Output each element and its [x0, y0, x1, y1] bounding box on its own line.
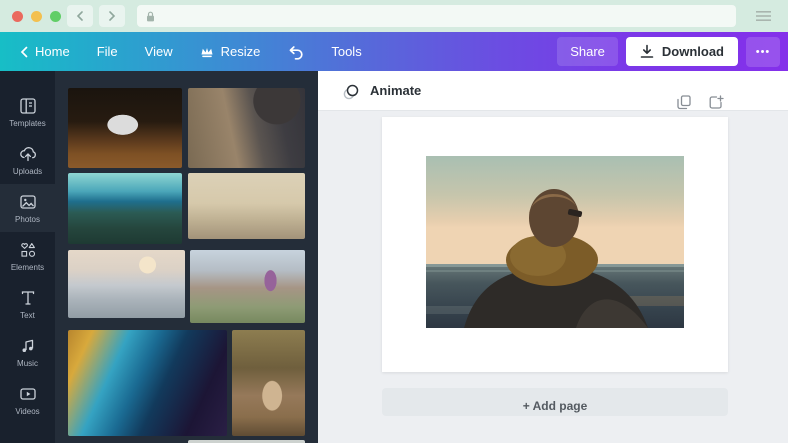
crown-icon	[201, 47, 213, 57]
browser-menu-button[interactable]	[748, 5, 778, 27]
chevron-left-icon	[20, 46, 28, 57]
minimize-window-button[interactable]	[31, 10, 42, 22]
animate-button[interactable]: Animate	[342, 82, 421, 100]
sidebar-item-text[interactable]: Text	[0, 280, 55, 328]
undo-icon	[289, 45, 303, 60]
zoom-window-button[interactable]	[50, 10, 61, 22]
share-button[interactable]: Share	[557, 37, 618, 66]
photo-thumbnail-deer-forest[interactable]	[232, 330, 305, 436]
add-page-icon	[709, 95, 724, 109]
view-menu[interactable]: View	[145, 44, 173, 59]
menubar-left: Home File View Resize Tools	[0, 44, 557, 60]
resize-label: Resize	[220, 44, 261, 59]
sidebar-item-elements[interactable]: Elements	[0, 232, 55, 280]
animate-label: Animate	[370, 83, 422, 98]
sidebar-label: Music	[17, 359, 38, 368]
design-page[interactable]	[382, 117, 728, 372]
music-note-icon	[22, 339, 33, 352]
elements-shapes-icon	[20, 243, 35, 257]
view-label: View	[144, 44, 173, 59]
photo-thumbnail-laptop-desk[interactable]	[68, 88, 182, 168]
video-play-icon	[19, 388, 36, 400]
browser-forward-button[interactable]	[99, 5, 125, 27]
chevron-left-icon	[76, 11, 83, 21]
browser-chrome	[0, 0, 788, 32]
chevron-right-icon	[109, 11, 116, 21]
photo-thumbnail-couple-beach[interactable]	[190, 250, 305, 323]
more-options-button[interactable]: •••	[746, 36, 780, 67]
editor-main-area: Animate + Add page	[318, 71, 788, 443]
menubar-right: Share Download •••	[557, 36, 788, 67]
templates-icon	[19, 98, 36, 114]
photo-thumbnail-sepia-beach[interactable]	[188, 173, 305, 239]
undo-button[interactable]	[287, 44, 304, 60]
sidebar-label: Uploads	[12, 167, 43, 176]
sidebar-label: Videos	[15, 407, 40, 416]
photo-thumbnail-person-typing[interactable]	[188, 88, 305, 168]
close-window-button[interactable]	[12, 10, 23, 22]
sidebar-item-videos[interactable]: Videos	[0, 376, 55, 424]
resize-button[interactable]: Resize	[200, 44, 261, 59]
photo-thumbnail-dunes-walker[interactable]	[68, 250, 185, 318]
sidebar-item-photos[interactable]: Photos	[0, 184, 55, 232]
sidebar-item-templates[interactable]: Templates	[0, 88, 55, 136]
download-button[interactable]: Download	[625, 37, 738, 66]
duplicate-icon	[677, 95, 691, 110]
file-label: File	[96, 44, 118, 59]
hamburger-icon	[755, 11, 771, 21]
photos-icon	[19, 195, 36, 209]
address-bar[interactable]	[137, 5, 736, 27]
editor-menubar: Home File View Resize Tools Share Downlo…	[0, 32, 788, 71]
add-page-button[interactable]: + Add page	[382, 388, 728, 416]
lock-icon	[147, 11, 154, 21]
home-button[interactable]: Home	[20, 44, 70, 59]
photos-panel	[55, 71, 318, 443]
page-photo-person-by-sea[interactable]	[426, 156, 684, 328]
canva-editor-window: Home File View Resize Tools Share Downlo…	[0, 0, 788, 443]
photo-thumbnail-abstract-ocean[interactable]	[68, 330, 227, 436]
download-icon	[640, 44, 654, 58]
sidebar-item-music[interactable]: Music	[0, 328, 55, 376]
sidebar-label: Photos	[15, 215, 40, 224]
page-tools	[677, 95, 724, 110]
tools-label: Tools	[331, 44, 362, 59]
browser-back-button[interactable]	[67, 5, 93, 27]
sidebar-item-uploads[interactable]: Uploads	[0, 136, 55, 184]
object-panel-sidebar: Templates Uploads Photos Elements Text M…	[0, 71, 55, 443]
sidebar-label: Elements	[10, 263, 45, 272]
window-controls	[12, 10, 61, 22]
photo-thumbnail-forest-coast[interactable]	[68, 173, 182, 244]
sidebar-label: Text	[20, 311, 35, 320]
sidebar-label: Templates	[9, 119, 46, 128]
animate-icon	[343, 84, 359, 99]
home-label: Home	[35, 44, 70, 59]
tools-menu[interactable]: Tools	[331, 44, 361, 59]
upload-cloud-icon	[19, 147, 36, 162]
duplicate-page-button[interactable]	[677, 95, 691, 110]
file-menu[interactable]: File	[97, 44, 118, 59]
text-icon	[21, 291, 34, 305]
download-label: Download	[661, 44, 724, 59]
add-page-icon-button[interactable]	[709, 95, 724, 110]
